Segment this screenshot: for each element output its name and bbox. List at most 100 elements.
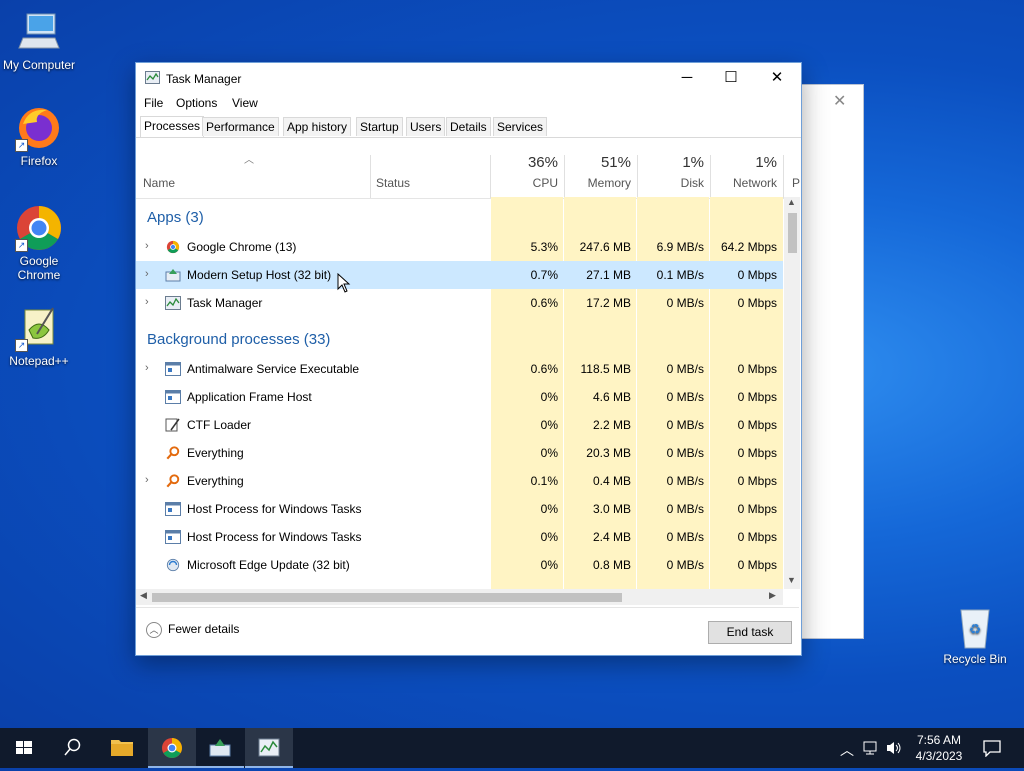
expand-chevron-icon[interactable]: › xyxy=(145,362,149,374)
process-row[interactable]: › Everything 0.1% 0.4 MB 0 MB/s 0 Mbps xyxy=(136,467,783,495)
column-header-network[interactable]: 1% Network xyxy=(710,149,783,198)
process-row[interactable]: Host Process for Windows Tasks 0% 3.0 MB… xyxy=(136,495,783,523)
tab-startup[interactable]: Startup xyxy=(356,117,403,136)
tab-app-history[interactable]: App history xyxy=(283,117,352,136)
tab-details[interactable]: Details xyxy=(446,117,491,136)
taskbar-google-chrome[interactable] xyxy=(148,728,196,768)
scrollbar-thumb[interactable] xyxy=(788,213,797,253)
tab-users[interactable]: Users xyxy=(406,117,446,136)
expand-chevron-icon[interactable]: › xyxy=(145,268,149,280)
search-button[interactable] xyxy=(48,728,96,768)
setup-host-icon xyxy=(209,739,231,757)
process-network: 0 Mbps xyxy=(737,296,777,310)
computer-icon xyxy=(15,8,63,56)
desktop-icon-recycle-bin[interactable]: ♻ Recycle Bin xyxy=(933,602,1017,666)
horizontal-scrollbar[interactable]: ◀ ▶ xyxy=(136,589,783,605)
process-memory: 247.6 MB xyxy=(579,240,631,254)
vertical-scrollbar[interactable]: ▲ ▼ xyxy=(784,197,800,589)
start-button[interactable] xyxy=(0,728,48,768)
close-button[interactable]: ✕ xyxy=(754,63,800,93)
notification-icon[interactable] xyxy=(982,739,1002,757)
tab-performance[interactable]: Performance xyxy=(202,117,279,136)
process-disk: 0 MB/s xyxy=(666,296,704,310)
clock-time: 7:56 AM xyxy=(916,733,962,747)
column-header-memory[interactable]: 51% Memory xyxy=(564,149,637,198)
process-row[interactable]: › Task Manager 0.6% 17.2 MB 0 MB/s 0 Mbp… xyxy=(136,289,783,317)
network-icon[interactable] xyxy=(862,740,880,756)
expand-chevron-icon[interactable]: › xyxy=(145,296,149,308)
scroll-right-icon[interactable]: ▶ xyxy=(769,590,776,601)
desktop-icon-firefox[interactable]: ↗ Firefox xyxy=(0,104,81,168)
shortcut-arrow-icon: ↗ xyxy=(15,239,28,252)
title-bar[interactable]: Task Manager ─ ☐ ✕ xyxy=(136,63,801,93)
minimize-button[interactable]: ─ xyxy=(664,63,710,93)
scrollbar-thumb[interactable] xyxy=(152,593,622,602)
tab-processes[interactable]: Processes xyxy=(140,116,205,137)
process-memory: 0.8 MB xyxy=(592,558,631,572)
scroll-up-icon[interactable]: ▲ xyxy=(787,197,796,207)
desktop-icon-notepad-plus-plus[interactable]: ↗ Notepad++ xyxy=(0,304,81,368)
column-header-name[interactable]: Name xyxy=(143,176,175,190)
process-cpu: 0% xyxy=(540,418,558,432)
taskbar-task-manager[interactable] xyxy=(245,728,293,768)
column-header-cpu[interactable]: 36% CPU xyxy=(491,149,564,198)
process-row[interactable]: CTF Loader 0% 2.2 MB 0 MB/s 0 Mbps xyxy=(136,411,783,439)
process-cpu: 0% xyxy=(540,558,558,572)
desktop-icon-label: My Computer xyxy=(2,58,76,72)
column-header-power-partial[interactable]: P xyxy=(792,176,800,190)
column-header-status[interactable]: Status xyxy=(376,176,410,190)
tab-services[interactable]: Services xyxy=(493,117,548,136)
task-manager-icon xyxy=(258,738,280,757)
process-list[interactable]: Apps (3) › Google Chrome (13) 5.3% 247.6… xyxy=(136,197,783,589)
column-header-disk[interactable]: 1% Disk xyxy=(637,149,710,198)
menu-options[interactable]: Options xyxy=(176,96,217,110)
mouse-cursor-icon xyxy=(337,273,351,293)
expand-chevron-icon[interactable]: › xyxy=(145,474,149,486)
process-row[interactable]: Host Process for Windows Tasks 0% 2.4 MB… xyxy=(136,523,783,551)
process-row[interactable]: Microsoft Edge Update (32 bit) 0% 0.8 MB… xyxy=(136,551,783,579)
process-row[interactable]: › Google Chrome (13) 5.3% 247.6 MB 6.9 M… xyxy=(136,233,783,261)
process-network: 0 Mbps xyxy=(737,362,777,376)
process-network: 0 Mbps xyxy=(737,418,777,432)
process-row-selected[interactable]: › Modern Setup Host (32 bit) 0.7% 27.1 M… xyxy=(136,261,783,289)
desktop-icon-label: Google Chrome xyxy=(17,254,61,282)
process-network: 64.2 Mbps xyxy=(720,240,777,254)
process-row[interactable]: Application Frame Host 0% 4.6 MB 0 MB/s … xyxy=(136,383,783,411)
fewer-details-link[interactable]: ︿ Fewer details xyxy=(146,622,239,638)
maximize-button[interactable]: ☐ xyxy=(708,63,754,93)
process-cpu: 5.3% xyxy=(530,240,558,254)
process-disk: 0 MB/s xyxy=(666,474,704,488)
chevron-up-icon[interactable]: ︿ xyxy=(840,740,854,760)
process-disk: 6.9 MB/s xyxy=(656,240,704,254)
desktop-icon-google-chrome[interactable]: ↗ Google Chrome xyxy=(0,204,81,282)
chrome-icon xyxy=(162,738,182,758)
task-manager-window[interactable]: Task Manager ─ ☐ ✕ File Options View Pro… xyxy=(135,62,802,656)
shortcut-arrow-icon: ↗ xyxy=(15,339,28,352)
process-disk: 0 MB/s xyxy=(666,502,704,516)
expand-chevron-icon[interactable]: › xyxy=(145,240,149,252)
end-task-button[interactable]: End task xyxy=(708,621,792,644)
menu-file[interactable]: File xyxy=(144,96,163,110)
chevron-up-icon: ︿ xyxy=(146,622,162,638)
volume-icon[interactable] xyxy=(885,740,903,756)
search-icon xyxy=(64,738,81,756)
taskbar-file-explorer[interactable] xyxy=(98,728,146,768)
background-window[interactable]: ✕ xyxy=(800,84,864,639)
menu-view[interactable]: View xyxy=(232,96,258,110)
scroll-left-icon[interactable]: ◀ xyxy=(140,590,147,601)
clock[interactable]: 7:56 AM 4/3/2023 xyxy=(906,732,972,764)
window-title: Task Manager xyxy=(166,72,242,86)
windows-logo-icon xyxy=(16,741,32,754)
notepad-plus-plus-icon: ↗ xyxy=(15,304,63,352)
process-disk: 0 MB/s xyxy=(666,558,704,572)
taskbar: ︿ 7:56 AM 4/3/2023 xyxy=(0,728,1024,768)
close-icon[interactable]: ✕ xyxy=(833,91,846,111)
desktop-icon-my-computer[interactable]: My Computer xyxy=(0,8,81,72)
group-header-apps: Apps (3) xyxy=(147,209,204,226)
process-row[interactable]: Everything 0% 20.3 MB 0 MB/s 0 Mbps xyxy=(136,439,783,467)
process-cpu: 0% xyxy=(540,530,558,544)
taskbar-modern-setup-host[interactable] xyxy=(196,728,244,768)
process-memory: 27.1 MB xyxy=(586,268,631,282)
process-row[interactable]: › Antimalware Service Executable 0.6% 11… xyxy=(136,355,783,383)
scroll-down-icon[interactable]: ▼ xyxy=(787,575,796,585)
